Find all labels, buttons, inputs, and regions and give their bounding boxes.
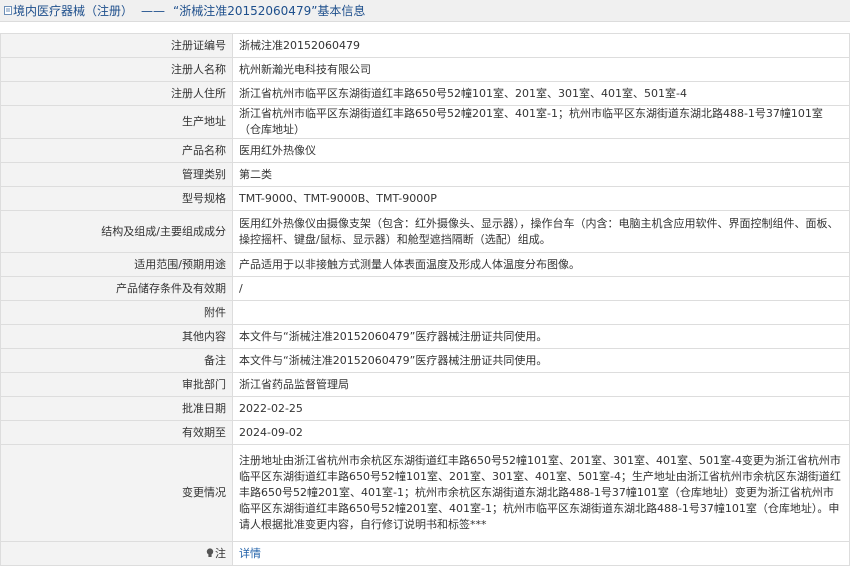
row-value: 杭州新瀚光电科技有限公司: [232, 57, 850, 82]
row-label: 变更情况: [0, 444, 233, 542]
details-cell: 详情: [232, 541, 850, 566]
table-row: 备注 本文件与“浙械注准20152060479”医疗器械注册证共同使用。: [0, 348, 850, 373]
row-value: 本文件与“浙械注准20152060479”医疗器械注册证共同使用。: [232, 348, 850, 373]
row-label: 有效期至: [0, 420, 233, 445]
row-label: 适用范围/预期用途: [0, 252, 233, 277]
table-row: 注 详情: [0, 541, 850, 566]
table-row: 结构及组成/主要组成成分 医用红外热像仪由摄像支架（包含：红外摄像头、显示器），…: [0, 210, 850, 253]
row-value: 本文件与“浙械注准20152060479”医疗器械注册证共同使用。: [232, 324, 850, 349]
table-row: 注册人名称 杭州新瀚光电科技有限公司: [0, 57, 850, 82]
row-value: 医用红外热像仪: [232, 138, 850, 163]
row-label: 注册证编号: [0, 33, 233, 58]
row-label: 注册人名称: [0, 57, 233, 82]
row-value: 注册地址由浙江省杭州市余杭区东湖街道红丰路650号52幢101室、201室、30…: [232, 444, 850, 542]
table-row: 变更情况 注册地址由浙江省杭州市余杭区东湖街道红丰路650号52幢101室、20…: [0, 444, 850, 542]
table-row: 审批部门 浙江省药品监督管理局: [0, 372, 850, 397]
table-row: 适用范围/预期用途 产品适用于以非接触方式测量人体表面温度及形成人体温度分布图像…: [0, 252, 850, 277]
row-label: 注册人住所: [0, 81, 233, 106]
page-header: 境内医疗器械（注册） —— “浙械注准20152060479”基本信息: [0, 0, 850, 22]
row-value: 浙械注准20152060479: [232, 33, 850, 58]
page-title: 境内医疗器械（注册） —— “浙械注准20152060479”基本信息: [13, 2, 365, 19]
row-value: 浙江省药品监督管理局: [232, 372, 850, 397]
row-label: 型号规格: [0, 186, 233, 211]
row-label: 批准日期: [0, 396, 233, 421]
row-value: TMT-9000、TMT-9000B、TMT-9000P: [232, 186, 850, 211]
row-label: 生产地址: [0, 105, 233, 139]
details-link[interactable]: 详情: [239, 547, 261, 560]
row-label: 其他内容: [0, 324, 233, 349]
lightbulb-icon: [206, 547, 214, 557]
table-row: 其他内容 本文件与“浙械注准20152060479”医疗器械注册证共同使用。: [0, 324, 850, 349]
note-label-cell: 注: [0, 541, 233, 566]
document-icon: [4, 6, 12, 15]
table-row: 产品名称 医用红外热像仪: [0, 138, 850, 163]
title-name: “浙械注准20152060479”基本信息: [173, 4, 366, 18]
row-label: 结构及组成/主要组成成分: [0, 210, 233, 253]
note-label: 注: [215, 546, 226, 560]
table-row: 注册证编号 浙械注准20152060479: [0, 33, 850, 58]
row-value: 2024-09-02: [232, 420, 850, 445]
row-label: 备注: [0, 348, 233, 373]
row-value: 医用红外热像仪由摄像支架（包含：红外摄像头、显示器），操作台车（内含：电脑主机含…: [232, 210, 850, 253]
info-table-container: 注册证编号 浙械注准20152060479 注册人名称 杭州新瀚光电科技有限公司…: [0, 33, 850, 566]
row-label: 产品名称: [0, 138, 233, 163]
row-value: 浙江省杭州市临平区东湖街道红丰路650号52幢201室、401室-1；杭州市临平…: [232, 105, 850, 139]
row-value: /: [232, 276, 850, 301]
row-label: 管理类别: [0, 162, 233, 187]
title-prefix: 境内医疗器械（注册）: [13, 4, 134, 18]
row-label: 产品储存条件及有效期: [0, 276, 233, 301]
row-value: 第二类: [232, 162, 850, 187]
table-row: 生产地址 浙江省杭州市临平区东湖街道红丰路650号52幢201室、401室-1；…: [0, 105, 850, 139]
row-value: 浙江省杭州市临平区东湖街道红丰路650号52幢101室、201室、301室、40…: [232, 81, 850, 106]
row-value: 产品适用于以非接触方式测量人体表面温度及形成人体温度分布图像。: [232, 252, 850, 277]
table-row: 批准日期 2022-02-25: [0, 396, 850, 421]
table-row: 有效期至 2024-09-02: [0, 420, 850, 445]
info-table: 注册证编号 浙械注准20152060479 注册人名称 杭州新瀚光电科技有限公司…: [0, 33, 850, 566]
row-label: 审批部门: [0, 372, 233, 397]
table-row: 产品储存条件及有效期 /: [0, 276, 850, 301]
row-value: [232, 300, 850, 325]
table-row: 管理类别 第二类: [0, 162, 850, 187]
row-value: 2022-02-25: [232, 396, 850, 421]
title-dash: ——: [141, 4, 166, 18]
table-row: 型号规格 TMT-9000、TMT-9000B、TMT-9000P: [0, 186, 850, 211]
table-row: 附件: [0, 300, 850, 325]
table-row: 注册人住所 浙江省杭州市临平区东湖街道红丰路650号52幢101室、201室、3…: [0, 81, 850, 106]
row-label: 附件: [0, 300, 233, 325]
